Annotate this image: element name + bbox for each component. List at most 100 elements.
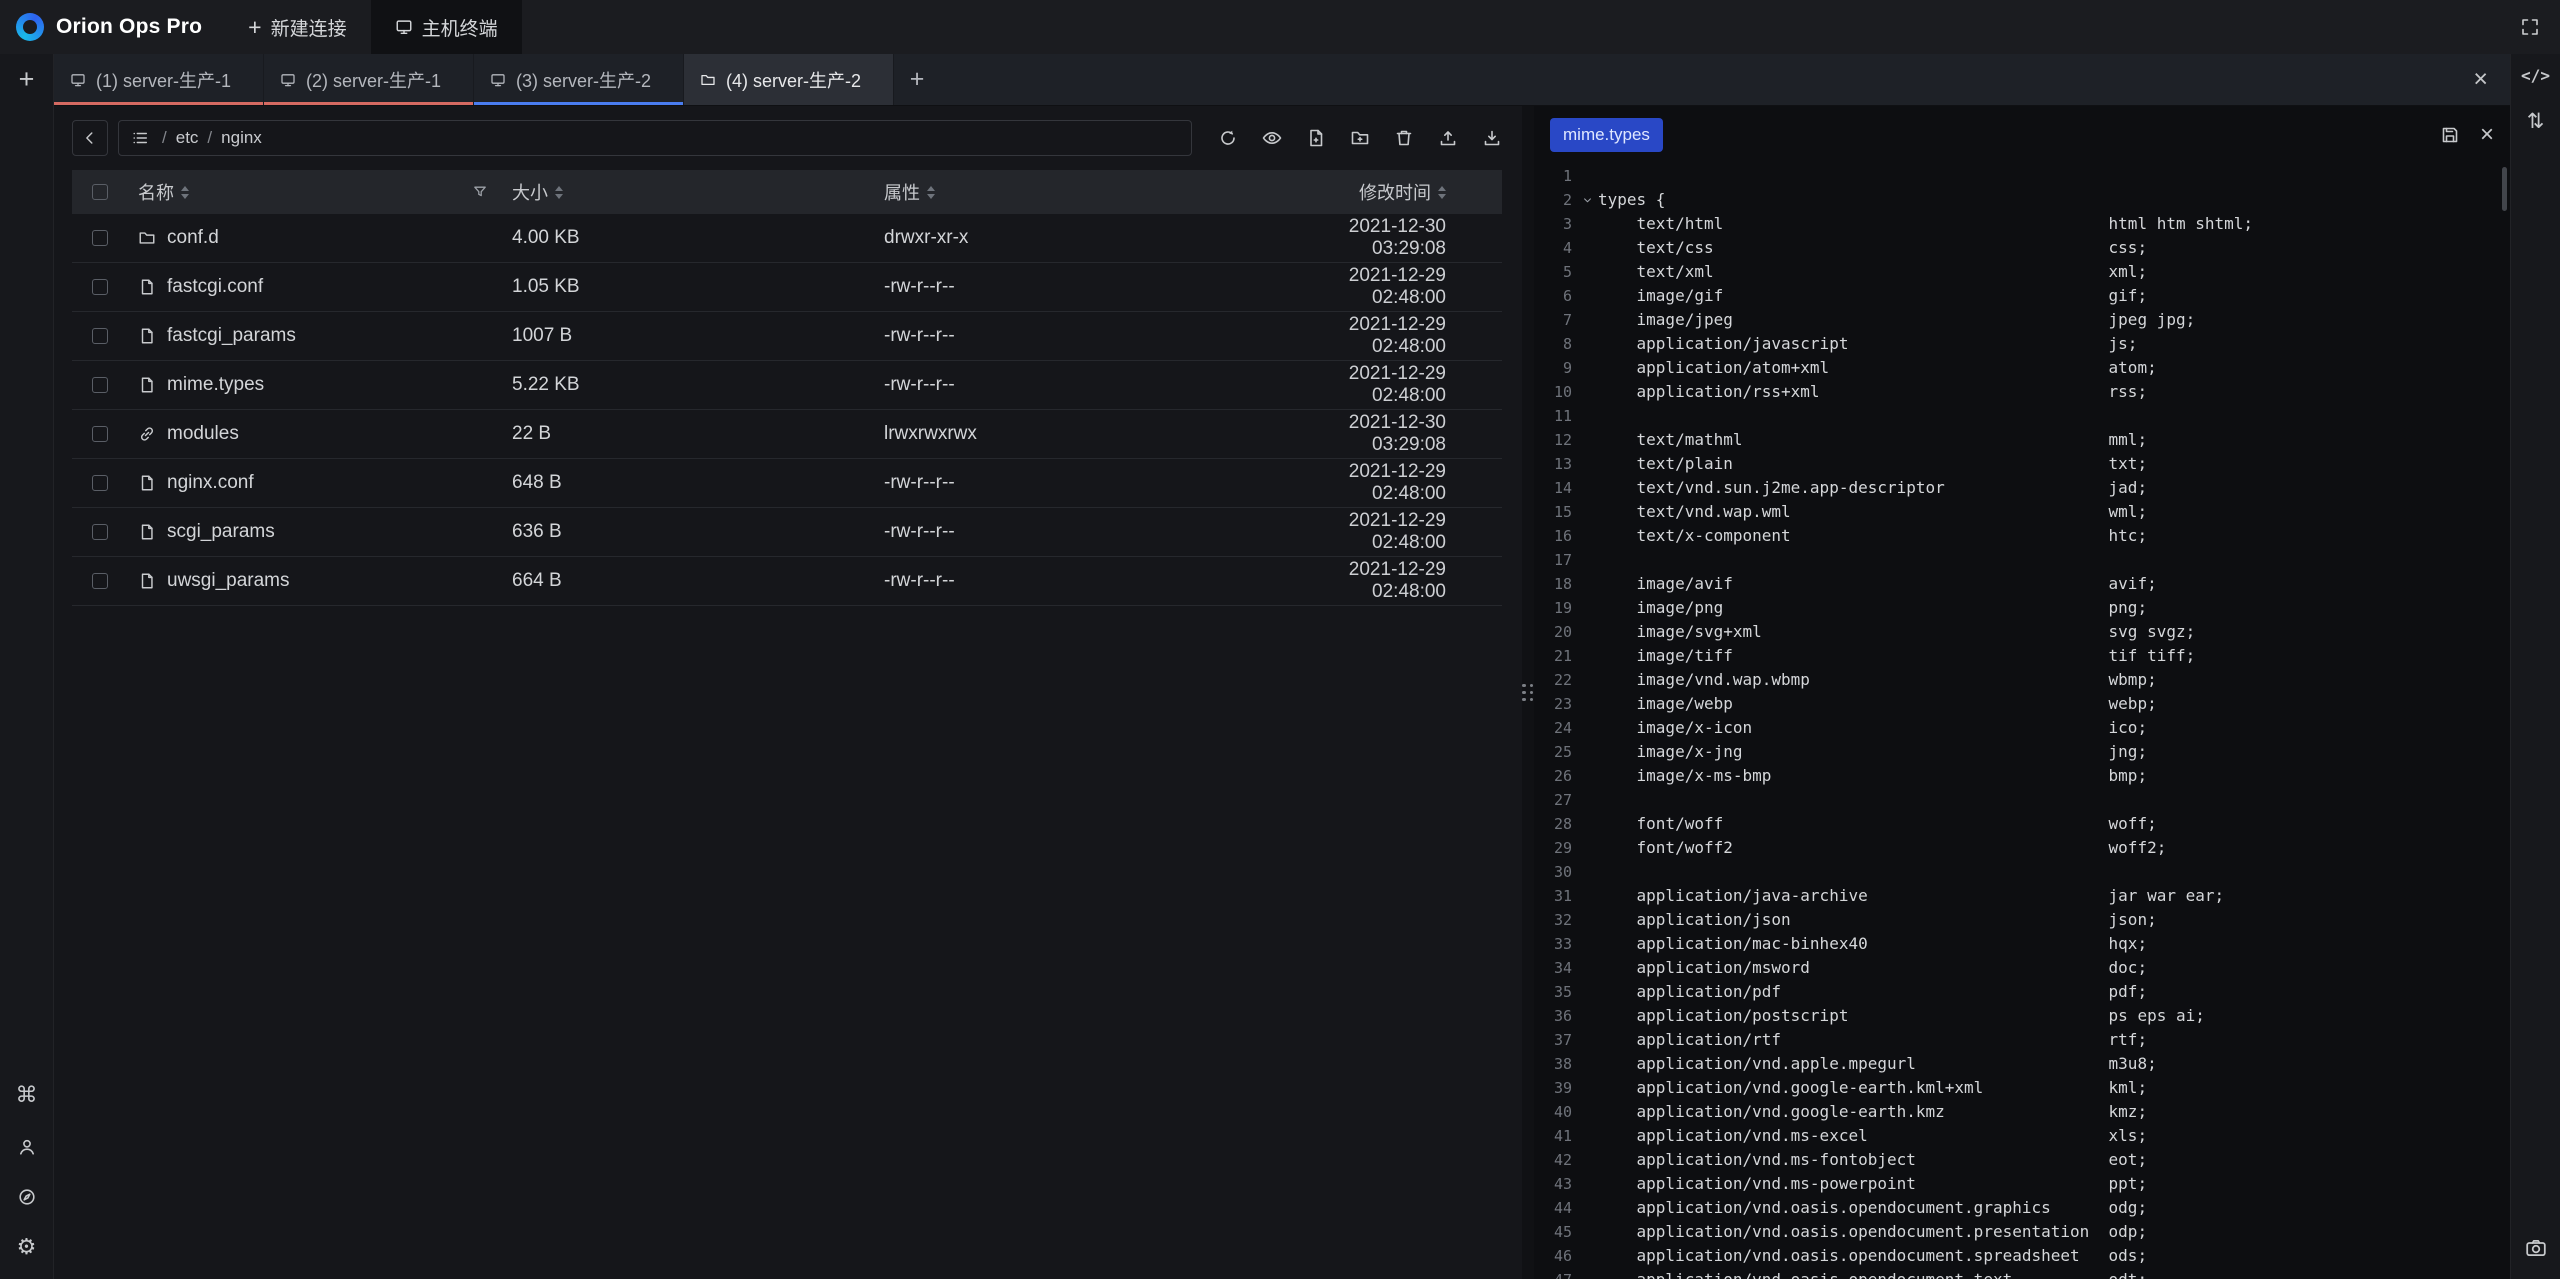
file-mtime: 2021-12-29 02:48:00 [1282,314,1502,358]
directory-list-button[interactable] [131,129,149,147]
camera-icon [2525,1237,2547,1259]
user-profile-button[interactable] [17,1137,37,1157]
fold-gutter [1576,548,1598,572]
row-checkbox[interactable] [92,524,108,540]
table-row[interactable]: mime.types 5.22 KB -rw-r--r-- 2021-12-29… [72,361,1502,410]
menu-new-connection[interactable]: + 新建连接 [224,0,370,54]
screenshot-button[interactable] [2525,1237,2547,1259]
line-number: 47 [1534,1268,1572,1279]
code-text: application/vnd.google-earth.kmz kmz; [1598,1100,2147,1124]
line-number: 31 [1534,884,1572,908]
save-file-button[interactable] [2440,125,2460,145]
line-number: 9 [1534,356,1572,380]
code-text: application/vnd.oasis.opendocument.text … [1598,1268,2147,1279]
save-icon [2440,125,2460,145]
column-header-size[interactable]: 大小 [512,179,548,205]
filter-button[interactable] [472,184,488,200]
fold-toggle-icon[interactable] [1576,188,1598,212]
row-checkbox[interactable] [92,475,108,491]
download-button[interactable] [1482,128,1502,148]
file-name[interactable]: uwsgi_params [167,570,290,592]
table-row[interactable]: modules 22 B lrwxrwxrwx 2021-12-30 03:29… [72,410,1502,459]
session-tab[interactable]: (1) server-生产-1 [54,54,264,105]
toggle-hidden-files-button[interactable] [1262,128,1282,148]
code-line: 42 application/vnd.ms-fontobject eot; [1534,1148,2510,1172]
editor-body[interactable]: 1 2 types { 3 text/html html htm shtml; … [1534,164,2510,1279]
column-header-mtime[interactable]: 修改时间 [1359,179,1431,205]
file-name[interactable]: scgi_params [167,521,275,543]
file-name[interactable]: fastcgi_params [167,325,296,347]
menu-host-terminal[interactable]: 主机终端 [371,0,522,54]
column-header-name[interactable]: 名称 [138,179,174,205]
row-checkbox[interactable] [92,377,108,393]
breadcrumb-segment[interactable]: etc [176,128,199,148]
back-button[interactable] [72,120,108,156]
close-icon: × [2473,65,2488,94]
row-checkbox[interactable] [92,279,108,295]
row-checkbox[interactable] [92,230,108,246]
new-connection-button[interactable]: + [19,66,35,93]
close-editor-button[interactable]: × [2480,123,2494,147]
table-row[interactable]: conf.d 4.00 KB drwxr-xr-x 2021-12-30 03:… [72,214,1502,263]
row-checkbox[interactable] [92,328,108,344]
fold-gutter [1576,644,1598,668]
code-line: 16 text/x-component htc; [1534,524,2510,548]
settings-button[interactable]: ⚙ [17,1237,37,1259]
breadcrumb-segment[interactable]: nginx [221,128,262,148]
column-header-attr[interactable]: 属性 [884,179,920,205]
delete-button[interactable] [1394,128,1414,148]
sort-size-control[interactable] [555,186,563,199]
session-tab[interactable]: (2) server-生产-1 [264,54,474,105]
file-name[interactable]: fastcgi.conf [167,276,263,298]
command-shortcuts-button[interactable]: ⌘ [16,1085,38,1107]
fold-gutter [1576,860,1598,884]
plus-icon: + [248,16,261,39]
toggle-editor-button[interactable]: </> [2521,66,2550,85]
row-checkbox[interactable] [92,573,108,589]
file-icon [138,523,156,541]
close-all-tabs-button[interactable]: × [2451,54,2510,105]
code-text: text/css css; [1598,236,2147,260]
file-name[interactable]: mime.types [167,374,264,396]
code-text: application/java-archive jar war ear; [1598,884,2224,908]
swap-panels-button[interactable]: ⇅ [2527,111,2545,132]
session-tab-label: (2) server-生产-1 [306,67,441,93]
code-text: text/x-component htc; [1598,524,2147,548]
sort-mtime-control[interactable] [1438,186,1446,199]
fullscreen-button[interactable] [2500,0,2560,54]
editor-scrollbar[interactable] [2502,167,2507,211]
session-tab[interactable]: (3) server-生产-2 [474,54,684,105]
line-number: 18 [1534,572,1572,596]
table-row[interactable]: uwsgi_params 664 B -rw-r--r-- 2021-12-29… [72,557,1502,606]
code-line: 23 image/webp webp; [1534,692,2510,716]
code-line: 27 [1534,788,2510,812]
code-line: 47 application/vnd.oasis.opendocument.te… [1534,1268,2510,1279]
file-name[interactable]: modules [167,423,239,445]
code-line: 20 image/svg+xml svg svgz; [1534,620,2510,644]
line-number: 36 [1534,1004,1572,1028]
select-all-checkbox[interactable] [92,184,108,200]
panel-splitter[interactable] [1522,106,1534,1279]
file-name[interactable]: conf.d [167,227,219,249]
table-row[interactable]: fastcgi.conf 1.05 KB -rw-r--r-- 2021-12-… [72,263,1502,312]
compass-button[interactable] [17,1187,37,1207]
table-row[interactable]: scgi_params 636 B -rw-r--r-- 2021-12-29 … [72,508,1502,557]
code-text: application/vnd.google-earth.kml+xml kml… [1598,1076,2147,1100]
refresh-button[interactable] [1218,128,1238,148]
new-folder-button[interactable] [1350,128,1370,148]
file-name[interactable]: nginx.conf [167,472,254,494]
editor-file-tab[interactable]: mime.types [1550,118,1663,152]
add-tab-button[interactable]: + [894,54,940,105]
code-line: 34 application/msword doc; [1534,956,2510,980]
line-number: 27 [1534,788,1572,812]
fold-gutter [1576,1196,1598,1220]
sort-attr-control[interactable] [927,186,935,199]
row-checkbox[interactable] [92,426,108,442]
upload-button[interactable] [1438,128,1458,148]
sort-name-control[interactable] [181,186,189,199]
new-file-button[interactable] [1306,128,1326,148]
file-size: 636 B [510,521,882,543]
table-row[interactable]: fastcgi_params 1007 B -rw-r--r-- 2021-12… [72,312,1502,361]
table-row[interactable]: nginx.conf 648 B -rw-r--r-- 2021-12-29 0… [72,459,1502,508]
session-tab[interactable]: (4) server-生产-2 [684,54,894,105]
